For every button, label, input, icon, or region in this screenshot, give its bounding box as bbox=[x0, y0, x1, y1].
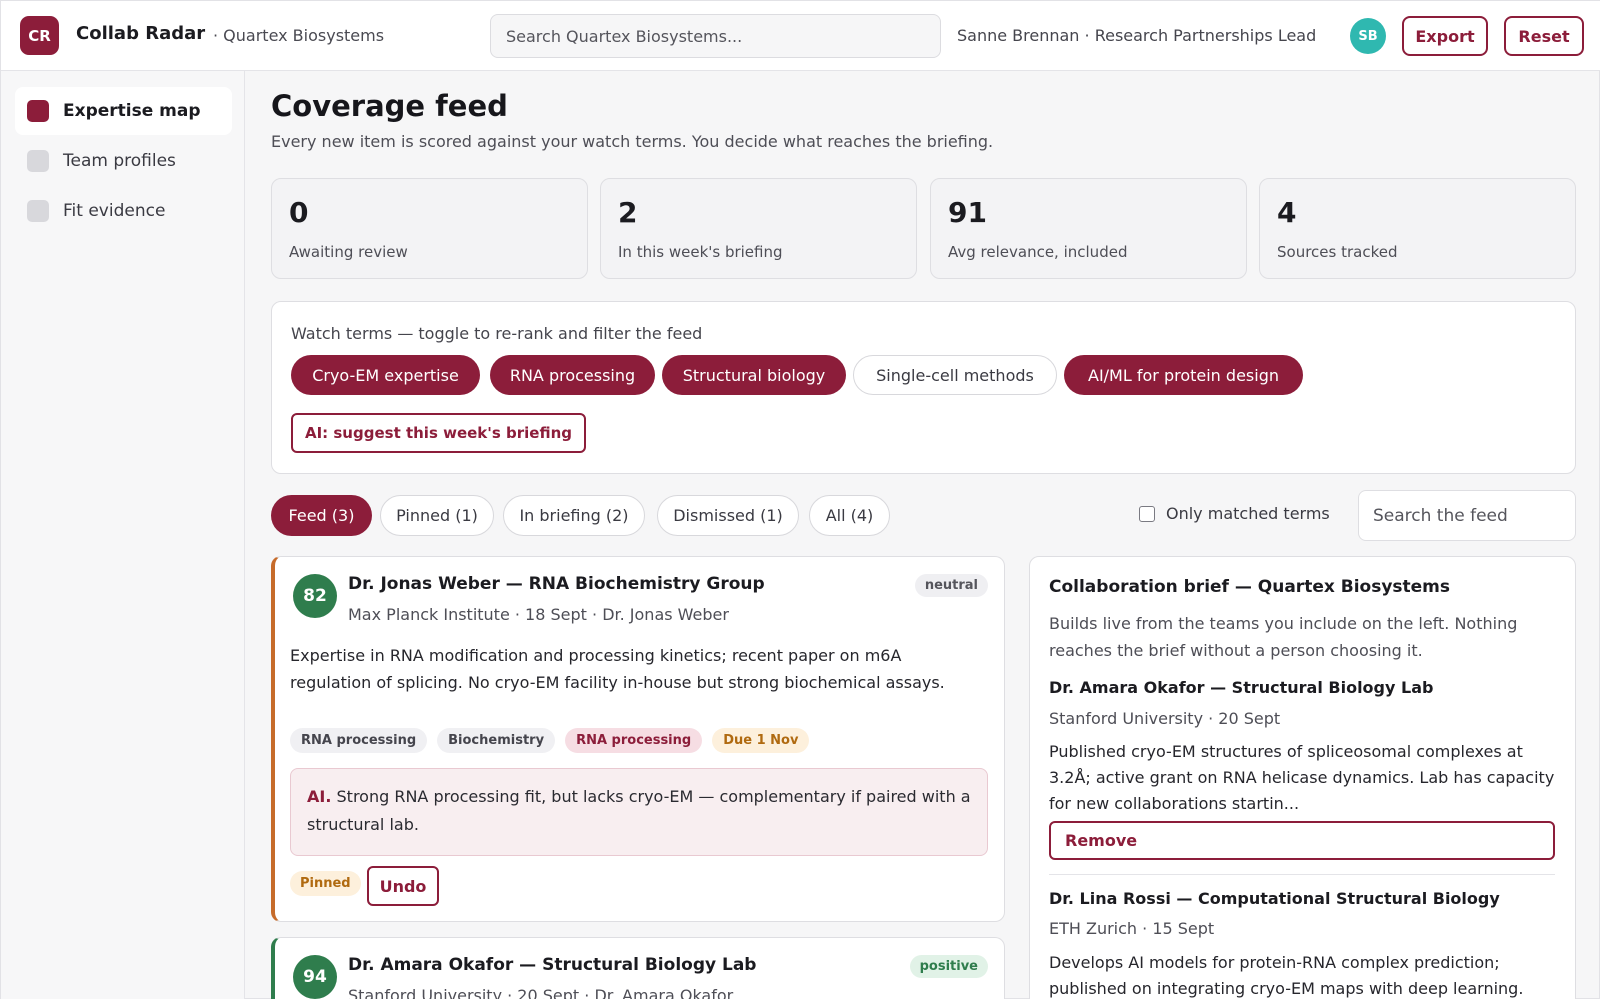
team-profiles-icon bbox=[27, 150, 49, 172]
divider bbox=[1049, 874, 1555, 875]
due-date-tag: Due 1 Nov bbox=[712, 728, 810, 753]
tab-pinned[interactable]: Pinned (1) bbox=[380, 495, 494, 536]
term-chip-ai-ml[interactable]: AI/ML for protein design bbox=[1064, 355, 1303, 395]
brief-title: Collaboration brief — Quartex Biosystems bbox=[1049, 577, 1451, 597]
app-window: CR Collab Radar · Quartex Biosystems San… bbox=[0, 0, 1600, 999]
feed-card: 82 Dr. Jonas Weber — RNA Biochemistry Gr… bbox=[271, 556, 1005, 922]
brief-item-name: Dr. Lina Rossi — Computational Structura… bbox=[1049, 889, 1500, 908]
watch-terms-panel: Watch terms — toggle to re-rank and filt… bbox=[271, 301, 1576, 474]
page-subtitle: Every new item is scored against your wa… bbox=[271, 132, 994, 151]
sidebar-item-label: Expertise map bbox=[63, 101, 201, 121]
collaboration-brief-panel: Collaboration brief — Quartex Biosystems… bbox=[1029, 556, 1576, 999]
expertise-map-icon bbox=[27, 100, 49, 122]
watch-terms-title: Watch terms — toggle to re-rank and filt… bbox=[291, 324, 703, 343]
status-badge: Pinned bbox=[290, 871, 361, 896]
avatar[interactable]: SB bbox=[1350, 18, 1386, 54]
ai-suggest-briefing-button[interactable]: AI: suggest this week's briefing bbox=[291, 413, 586, 453]
matched-term-tag: RNA processing bbox=[565, 728, 703, 753]
feed-card: 94 Dr. Amara Okafor — Structural Biology… bbox=[271, 937, 1005, 999]
stat-awaiting-review: 0 Awaiting review bbox=[271, 178, 588, 279]
sidebar-item-fit-evidence[interactable]: Fit evidence bbox=[15, 187, 232, 235]
sidebar-item-label: Fit evidence bbox=[63, 201, 166, 221]
stat-value: 4 bbox=[1277, 196, 1297, 229]
tab-all[interactable]: All (4) bbox=[809, 495, 890, 536]
tag: RNA processing bbox=[290, 728, 428, 753]
ai-note: AI. Strong RNA processing fit, but lacks… bbox=[290, 768, 988, 856]
card-meta: Stanford University · 20 Sept · Dr. Amar… bbox=[348, 986, 734, 999]
card-body: Expertise in RNA modification and proces… bbox=[290, 646, 945, 692]
sidebar-item-expertise-map[interactable]: Expertise map bbox=[15, 87, 232, 135]
card-title[interactable]: Dr. Jonas Weber — RNA Biochemistry Group bbox=[348, 574, 765, 594]
relevance-score: 82 bbox=[293, 574, 337, 618]
sidebar-item-team-profiles[interactable]: Team profiles bbox=[15, 137, 232, 185]
tag: Biochemistry bbox=[437, 728, 556, 753]
term-chip-cryo-em[interactable]: Cryo-EM expertise bbox=[291, 355, 480, 395]
term-chip-single-cell[interactable]: Single-cell methods bbox=[853, 355, 1057, 395]
stat-in-briefing: 2 In this week's briefing bbox=[600, 178, 917, 279]
global-search-input[interactable] bbox=[490, 14, 941, 58]
brief-description: Builds live from the teams you include o… bbox=[1049, 614, 1518, 660]
ai-note-prefix: AI. bbox=[307, 787, 332, 806]
brief-item-meta: ETH Zurich · 15 Sept bbox=[1049, 919, 1215, 938]
stat-sources-tracked: 4 Sources tracked bbox=[1259, 178, 1576, 279]
stat-label: Avg relevance, included bbox=[948, 243, 1128, 261]
sidebar: Expertise map Team profiles Fit evidence bbox=[1, 71, 245, 999]
remove-button[interactable]: Remove bbox=[1049, 821, 1555, 860]
stat-value: 2 bbox=[618, 196, 638, 229]
page-title: Coverage feed bbox=[271, 89, 508, 123]
relevance-score: 94 bbox=[293, 955, 337, 999]
stat-avg-relevance: 91 Avg relevance, included bbox=[930, 178, 1247, 279]
export-button[interactable]: Export bbox=[1402, 16, 1488, 56]
only-matched-toggle[interactable]: Only matched terms bbox=[1139, 504, 1330, 523]
sidebar-item-label: Team profiles bbox=[63, 151, 176, 171]
sentiment-badge: positive bbox=[909, 955, 988, 978]
stat-value: 91 bbox=[948, 196, 987, 229]
stat-label: Sources tracked bbox=[1277, 243, 1398, 261]
undo-button[interactable]: Undo bbox=[367, 866, 439, 906]
user-label: Sanne Brennan · Research Partnerships Le… bbox=[957, 26, 1317, 45]
stat-value: 0 bbox=[289, 196, 309, 229]
only-matched-checkbox[interactable] bbox=[1139, 505, 1155, 522]
brief-item-name: Dr. Amara Okafor — Structural Biology La… bbox=[1049, 678, 1434, 697]
card-meta: Max Planck Institute · 18 Sept · Dr. Jon… bbox=[348, 605, 729, 624]
stat-label: In this week's briefing bbox=[618, 243, 783, 261]
feed-search-input[interactable] bbox=[1358, 490, 1576, 541]
ai-note-text: Strong RNA processing fit, but lacks cry… bbox=[307, 787, 971, 834]
org-name: · Quartex Biosystems bbox=[213, 26, 385, 45]
term-chip-structural-biology[interactable]: Structural biology bbox=[662, 355, 846, 395]
card-tags: RNA processing Biochemistry RNA processi… bbox=[290, 728, 810, 753]
app-logo: CR bbox=[20, 16, 59, 55]
tab-in-briefing[interactable]: In briefing (2) bbox=[503, 495, 645, 536]
brief-item-body: Develops AI models for protein-RNA compl… bbox=[1049, 953, 1524, 998]
brief-item-meta: Stanford University · 20 Sept bbox=[1049, 709, 1281, 728]
reset-button[interactable]: Reset bbox=[1504, 16, 1584, 56]
app-name: Collab Radar bbox=[76, 23, 206, 44]
top-header: CR Collab Radar · Quartex Biosystems San… bbox=[1, 1, 1600, 71]
stat-label: Awaiting review bbox=[289, 243, 408, 261]
tab-dismissed[interactable]: Dismissed (1) bbox=[657, 495, 799, 536]
brief-item-body: Published cryo-EM structures of spliceos… bbox=[1049, 742, 1555, 813]
only-matched-label: Only matched terms bbox=[1166, 504, 1330, 523]
tab-feed[interactable]: Feed (3) bbox=[271, 495, 372, 536]
sentiment-badge: neutral bbox=[914, 574, 988, 597]
fit-evidence-icon bbox=[27, 200, 49, 222]
term-chip-rna-processing[interactable]: RNA processing bbox=[490, 355, 655, 395]
card-title[interactable]: Dr. Amara Okafor — Structural Biology La… bbox=[348, 955, 756, 975]
